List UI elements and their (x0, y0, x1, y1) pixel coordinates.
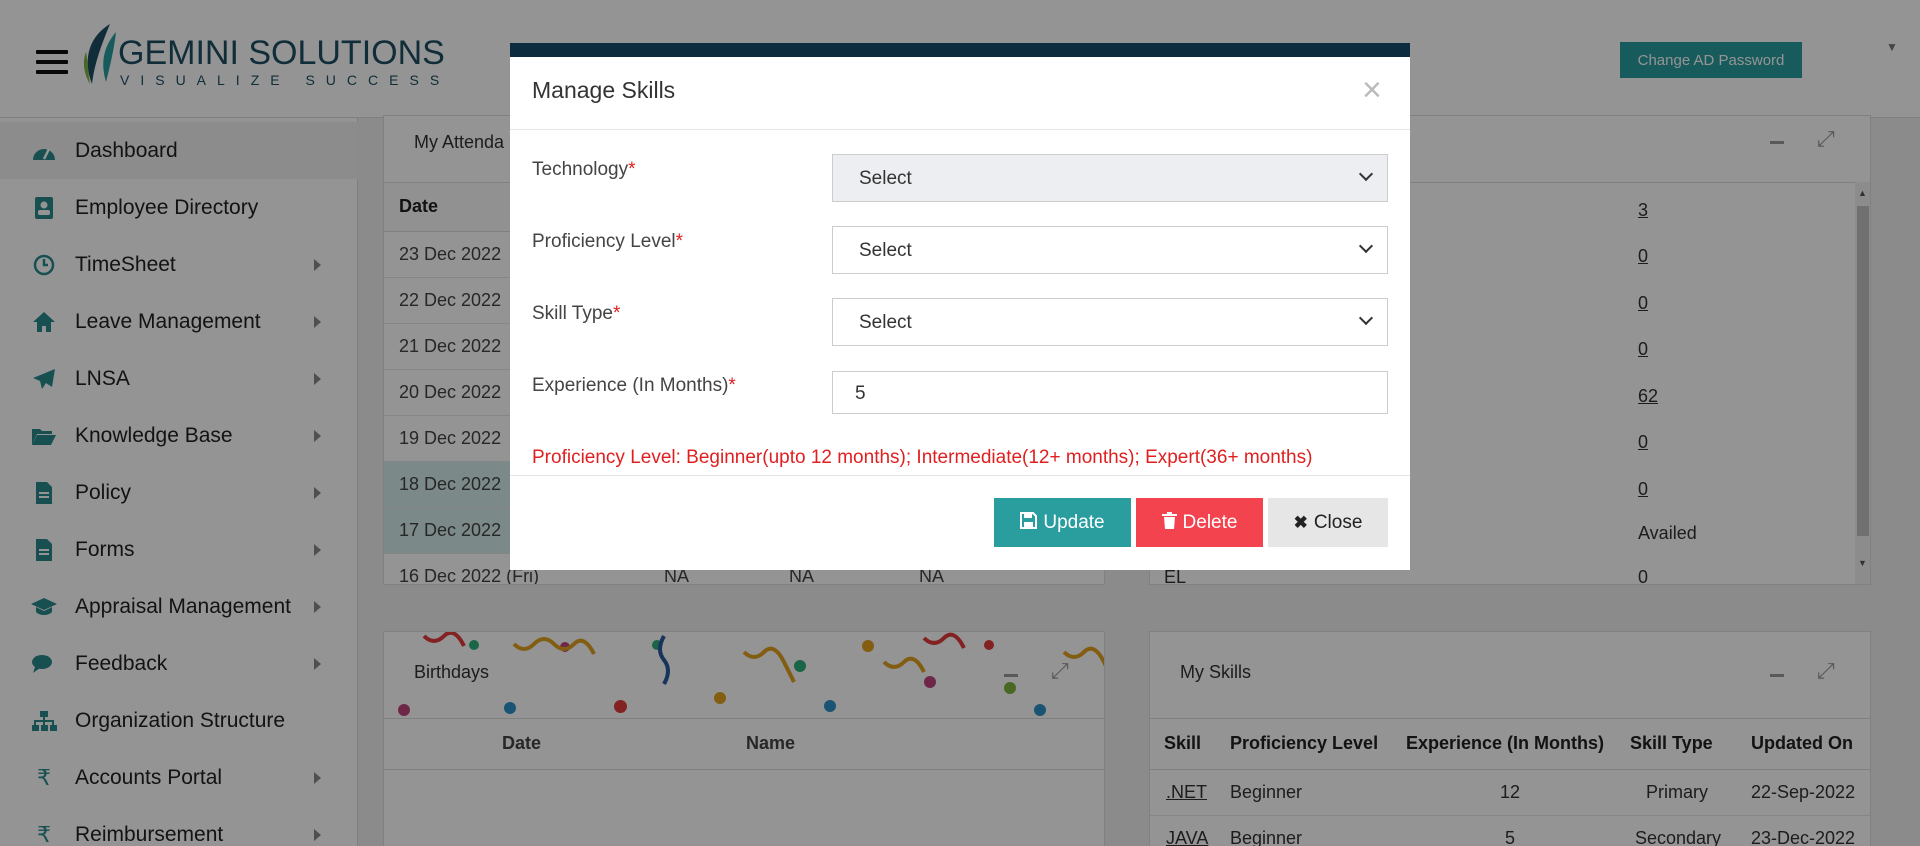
update-label: Update (1043, 511, 1105, 533)
chevron-down-icon (1358, 238, 1374, 254)
proficiency-hint-text: Proficiency Level: Beginner(upto 12 mont… (532, 447, 1313, 468)
delete-button[interactable]: Delete (1136, 498, 1263, 547)
chevron-down-icon (1358, 310, 1374, 326)
experience-label: Experience (In Months)* (532, 375, 736, 396)
experience-value: 5 (855, 383, 866, 404)
technology-label: Technology* (532, 159, 636, 180)
proficiency-selected-value: Select (859, 240, 912, 261)
save-icon (1020, 511, 1038, 534)
close-icon[interactable]: × (1362, 73, 1382, 107)
close-label: Close (1313, 511, 1363, 533)
trash-icon (1161, 511, 1177, 534)
modal-title: Manage Skills (532, 77, 676, 103)
proficiency-level-select[interactable]: Select (832, 226, 1388, 274)
manage-skills-modal: Manage Skills × Technology* Select Profi… (510, 43, 1410, 570)
modal-footer-divider (510, 475, 1410, 476)
technology-select[interactable]: Select (832, 154, 1388, 202)
experience-input[interactable]: 5 (832, 371, 1388, 414)
skill-type-selected-value: Select (859, 312, 912, 333)
modal-top-bar (510, 43, 1410, 57)
proficiency-level-label: Proficiency Level* (532, 231, 684, 252)
close-button[interactable]: ✖ Close (1268, 498, 1388, 547)
modal-header-divider (510, 129, 1410, 130)
technology-selected-value: Select (859, 168, 912, 189)
skill-type-select[interactable]: Select (832, 298, 1388, 346)
close-icon: ✖ (1293, 512, 1308, 532)
skill-type-label: Skill Type* (532, 303, 621, 324)
chevron-down-icon (1358, 166, 1374, 182)
update-button[interactable]: Update (994, 498, 1131, 547)
delete-label: Delete (1182, 511, 1238, 533)
